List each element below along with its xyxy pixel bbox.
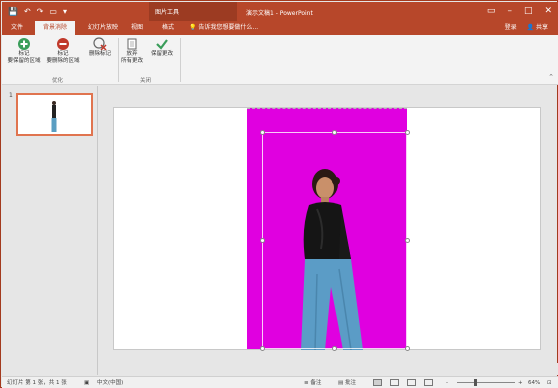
slide-count: 幻灯片 第 1 张，共 1 张 [7,380,67,386]
collapse-ribbon-icon[interactable]: ⌃ [548,73,554,81]
mark-remove-button[interactable]: 标记 要删除的区域 [44,37,82,64]
tab-view[interactable]: 视图 [127,21,147,35]
resize-handle[interactable] [332,130,337,135]
tab-format[interactable]: 格式 [158,21,178,35]
status-bar: 幻灯片 第 1 张，共 1 张 ▣ 中文(中国) ≡ 备注 ▤ 批注 - + 6… [2,376,558,388]
keep-changes-label: 保留更改 [150,51,173,57]
comments-icon: ▤ [338,380,344,386]
delete-mark-label: 删除标记 [88,51,111,57]
zoom-slider[interactable] [457,379,515,386]
tell-me-text: 告诉我您想要做什么... [198,24,259,31]
delete-mark-icon [93,37,107,51]
slide-sorter-icon[interactable] [390,379,399,386]
share-label: 共享 [535,24,548,31]
app-window: 💾 ↶ ↷ ▭ ▾ 图片工具 演示文稿1 - PowerPoint ▭ – □ … [0,0,558,388]
slide-number: 1 [9,92,13,99]
resize-handle[interactable] [260,346,265,351]
resize-handle[interactable] [405,346,410,351]
plus-icon [18,38,30,50]
zoom-out-button[interactable]: - [446,377,448,388]
ribbon: 标记 要保留的区域 标记 要删除的区域 删除标记 优化 放弃 所有更改 保留更改… [2,35,558,85]
undo-icon[interactable]: ↶ [24,5,31,18]
quick-access-toolbar: 💾 ↶ ↷ ▭ ▾ [8,5,67,18]
slide-thumbnail[interactable] [16,93,93,136]
save-icon[interactable]: 💾 [8,5,18,18]
zoom-slider-knob[interactable] [474,379,478,386]
person-icon: 👤 [526,24,535,31]
resize-handle[interactable] [332,346,337,351]
language-indicator[interactable]: 中文(中国) [97,377,123,388]
editing-area-bottom [98,363,558,375]
ribbon-tabs: 文件 背景消除 幻灯片放映 视图 格式 💡 告诉我您想要做什么... 登录 👤 … [2,21,558,35]
share-button[interactable]: 👤 共享 [527,21,548,35]
resize-handle[interactable] [405,130,410,135]
group-label-optimize: 优化 [52,78,64,84]
spelling-icon[interactable]: ▣ [84,377,89,388]
title-bar: 💾 ↶ ↷ ▭ ▾ 图片工具 演示文稿1 - PowerPoint ▭ – □ … [2,2,558,21]
notes-button[interactable]: ≡ 备注 [304,377,321,388]
mark-keep-button[interactable]: 标记 要保留的区域 [6,37,42,64]
redo-icon[interactable]: ↷ [37,5,44,18]
keep-changes-button[interactable]: 保留更改 [147,37,177,58]
normal-view-icon[interactable] [373,379,382,386]
checkmark-icon [156,39,168,50]
tab-background-removal[interactable]: 背景消除 [35,21,75,35]
minus-icon [57,38,69,50]
start-from-beginning-icon[interactable]: ▭ [49,5,57,18]
ribbon-display-options-icon[interactable]: ▭ [487,4,496,18]
resize-handle[interactable] [405,238,410,243]
resize-handle[interactable] [260,238,265,243]
comments-button[interactable]: ▤ 批注 [338,377,356,388]
tell-me-box[interactable]: 💡 告诉我您想要做什么... [189,21,258,35]
keep-area-marquee [262,132,407,349]
reading-view-icon[interactable] [407,379,416,386]
fit-slide-icon[interactable]: ⊡ [547,377,552,388]
lightbulb-icon: 💡 [189,24,197,31]
zoom-level[interactable]: 64% [528,377,540,388]
window-controls: ▭ – □ ✕ [487,4,552,18]
delete-mark-button[interactable]: 删除标记 [85,37,115,58]
customize-icon[interactable]: ▾ [63,5,67,18]
picture-tools-header: 图片工具 [149,2,237,21]
close-icon[interactable]: ✕ [544,4,552,18]
minimize-icon[interactable]: – [507,4,512,18]
maximize-icon[interactable]: □ [524,4,533,18]
tab-file[interactable]: 文件 [6,21,28,35]
discard-label: 放弃 所有更改 [120,51,143,64]
slideshow-view-icon[interactable] [424,379,433,386]
slides-pane: 1 [2,86,97,375]
mark-keep-label: 标记 要保留的区域 [7,51,41,64]
group-separator [180,38,181,82]
notes-icon: ≡ [304,380,309,386]
group-label-close: 关闭 [140,78,152,84]
pane-separator [97,86,98,375]
notes-label: 备注 [310,380,322,386]
sign-in-link[interactable]: 登录 [505,21,517,35]
resize-handle[interactable] [260,130,265,135]
tab-slideshow[interactable]: 幻灯片放映 [82,21,124,35]
window-title: 演示文稿1 - PowerPoint [246,10,313,17]
thumbnail-figure [51,101,57,132]
account-area: 登录 👤 共享 [505,21,548,35]
discard-changes-button[interactable]: 放弃 所有更改 [119,37,145,64]
comments-label: 批注 [344,380,356,386]
discard-icon [127,38,137,50]
zoom-in-button[interactable]: + [518,377,523,388]
mark-remove-label: 标记 要删除的区域 [46,51,80,64]
